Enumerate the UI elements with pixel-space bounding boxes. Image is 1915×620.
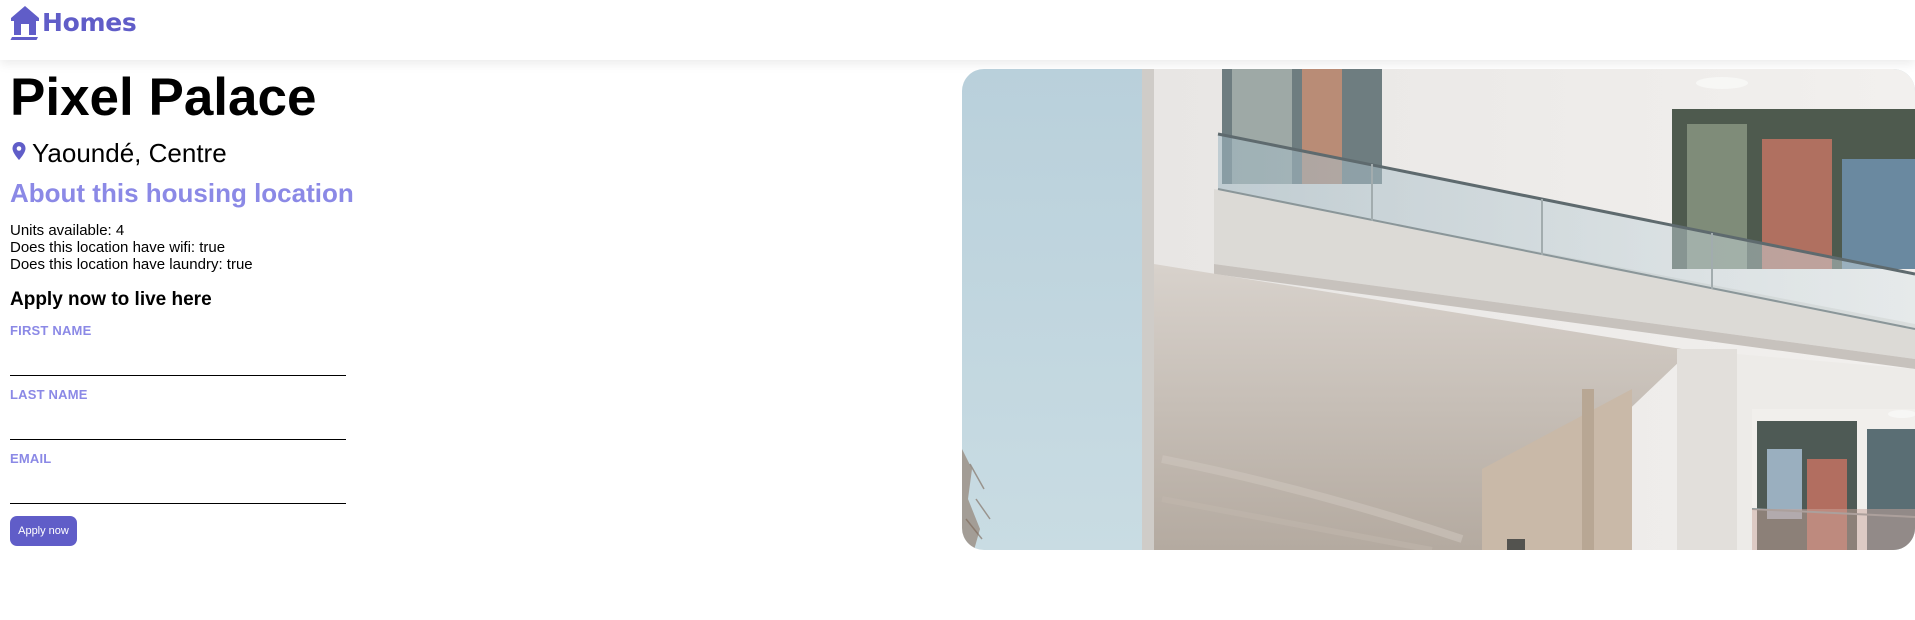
house-icon — [10, 4, 40, 40]
apply-heading: Apply now to live here — [10, 289, 212, 310]
brand-label: Homes — [42, 7, 137, 37]
home-link[interactable]: Homes — [10, 4, 137, 40]
apply-now-button[interactable]: Apply now — [10, 516, 77, 546]
last-name-label: LAST NAME — [10, 387, 88, 402]
email-label: EMAIL — [10, 451, 52, 466]
listing-title: Pixel Palace — [10, 68, 317, 127]
units-available: Units available: 4 — [10, 222, 125, 239]
listing-location: Yaoundé, Centre — [12, 138, 227, 169]
first-name-input[interactable] — [10, 353, 346, 376]
first-name-label: FIRST NAME — [10, 323, 92, 338]
top-header: Homes — [0, 0, 1915, 60]
last-name-input[interactable] — [10, 417, 346, 440]
laundry-info: Does this location have laundry: true — [10, 256, 253, 273]
about-heading: About this housing location — [10, 178, 354, 208]
map-pin-icon — [12, 142, 26, 165]
email-input[interactable] — [10, 481, 346, 504]
listing-features: Units available: 4 Does this location ha… — [10, 222, 253, 273]
location-label: Yaoundé, Centre — [32, 138, 227, 168]
listing-photo — [962, 69, 1915, 550]
wifi-info: Does this location have wifi: true — [10, 239, 226, 256]
